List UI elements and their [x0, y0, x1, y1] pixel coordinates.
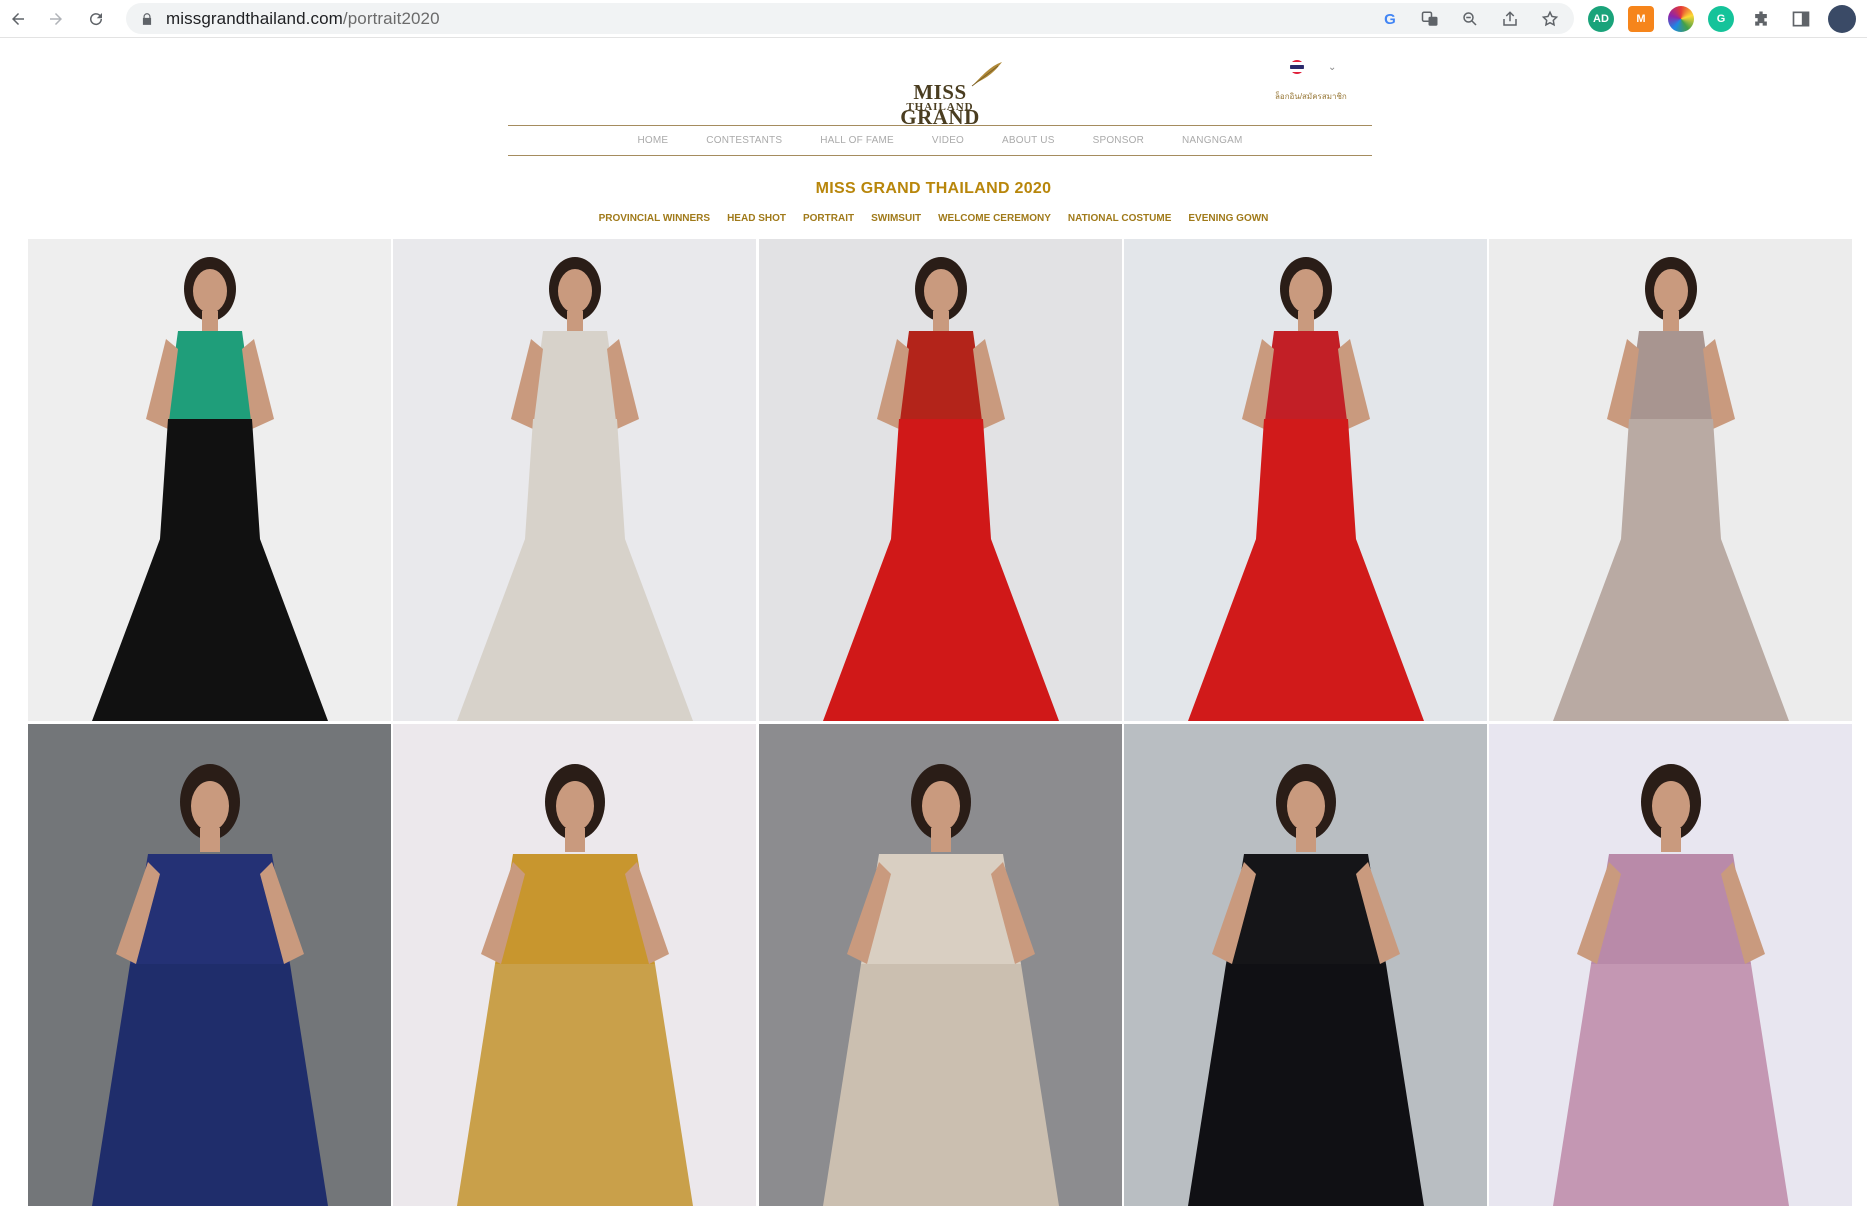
- profile-avatar[interactable]: [1828, 5, 1856, 33]
- site-logo[interactable]: MISS GRAND THAILAND: [872, 60, 1008, 129]
- menu-item-nangngam[interactable]: NANGNGAM: [1182, 135, 1243, 146]
- side-panel-icon[interactable]: [1788, 6, 1814, 32]
- logo-line2: THAILAND: [906, 101, 974, 113]
- menu-item-home[interactable]: HOME: [637, 135, 668, 146]
- subnav-provincial-winners[interactable]: PROVINCIAL WINNERS: [599, 213, 711, 224]
- subnav-national-costume[interactable]: NATIONAL COSTUME: [1068, 213, 1172, 224]
- address-bar[interactable]: missgrandthailand.com/portrait2020 G: [126, 3, 1574, 34]
- extensions-puzzle-icon[interactable]: [1748, 6, 1774, 32]
- thai-flag-icon: [1290, 60, 1304, 74]
- page-title: MISS GRAND THAILAND 2020: [815, 180, 1052, 197]
- lock-icon: [142, 12, 152, 25]
- menu-item-sponsor[interactable]: SPONSOR: [1093, 135, 1144, 146]
- bookmark-star-icon[interactable]: [1538, 7, 1562, 31]
- portrait-photo[interactable]: [393, 239, 757, 721]
- main-menu: HOME CONTESTANTS HALL OF FAME VIDEO ABOU…: [508, 125, 1372, 156]
- subnav-evening-gown[interactable]: EVENING GOWN: [1188, 213, 1268, 224]
- portrait-photo[interactable]: [758, 724, 1122, 1206]
- subnav-welcome-ceremony[interactable]: WELCOME CEREMONY: [938, 213, 1051, 224]
- back-icon[interactable]: [8, 9, 28, 29]
- portrait-photo[interactable]: [393, 724, 757, 1206]
- subnav-portrait[interactable]: PORTRAIT: [803, 213, 854, 224]
- translate-icon[interactable]: [1418, 7, 1442, 31]
- portrait-photo[interactable]: [758, 239, 1122, 721]
- extension-adblock-icon[interactable]: AD: [1588, 6, 1614, 32]
- browser-toolbar: missgrandthailand.com/portrait2020 G AD …: [0, 0, 1867, 38]
- portrait-photo[interactable]: [1489, 724, 1852, 1206]
- portrait-photo[interactable]: [1123, 239, 1487, 721]
- extension-color-icon[interactable]: [1668, 6, 1694, 32]
- zoom-out-icon[interactable]: [1458, 7, 1482, 31]
- subnav-head-shot[interactable]: HEAD SHOT: [727, 213, 786, 224]
- category-subnav: PROVINCIAL WINNERS HEAD SHOT PORTRAIT SW…: [0, 213, 1867, 224]
- site-page: MISS GRAND THAILAND ⌄ ล็อกอิน/สมัครสมาชิ…: [0, 38, 1867, 1206]
- extension-metamask-icon[interactable]: M: [1628, 6, 1654, 32]
- portrait-gallery: [28, 239, 1852, 1206]
- menu-item-video[interactable]: VIDEO: [932, 135, 964, 146]
- menu-item-about-us[interactable]: ABOUT US: [1002, 135, 1055, 146]
- portrait-photo[interactable]: [28, 724, 391, 1206]
- extension-grammarly-icon[interactable]: G: [1708, 6, 1734, 32]
- forward-icon[interactable]: [46, 9, 66, 29]
- menu-item-contestants[interactable]: CONTESTANTS: [706, 135, 782, 146]
- chevron-down-icon: ⌄: [1328, 61, 1337, 73]
- language-selector[interactable]: ⌄: [1290, 60, 1336, 74]
- login-link[interactable]: ล็อกอิน/สมัครสมาชิก: [1275, 90, 1347, 103]
- portrait-photo[interactable]: [1489, 239, 1852, 721]
- reload-icon[interactable]: [86, 9, 106, 29]
- google-icon[interactable]: G: [1378, 7, 1402, 31]
- url-text: missgrandthailand.com/portrait2020: [166, 8, 440, 28]
- share-icon[interactable]: [1498, 7, 1522, 31]
- subnav-swimsuit[interactable]: SWIMSUIT: [871, 213, 921, 224]
- portrait-photo[interactable]: [1123, 724, 1487, 1206]
- menu-item-hall-of-fame[interactable]: HALL OF FAME: [820, 135, 894, 146]
- portrait-photo[interactable]: [28, 239, 391, 721]
